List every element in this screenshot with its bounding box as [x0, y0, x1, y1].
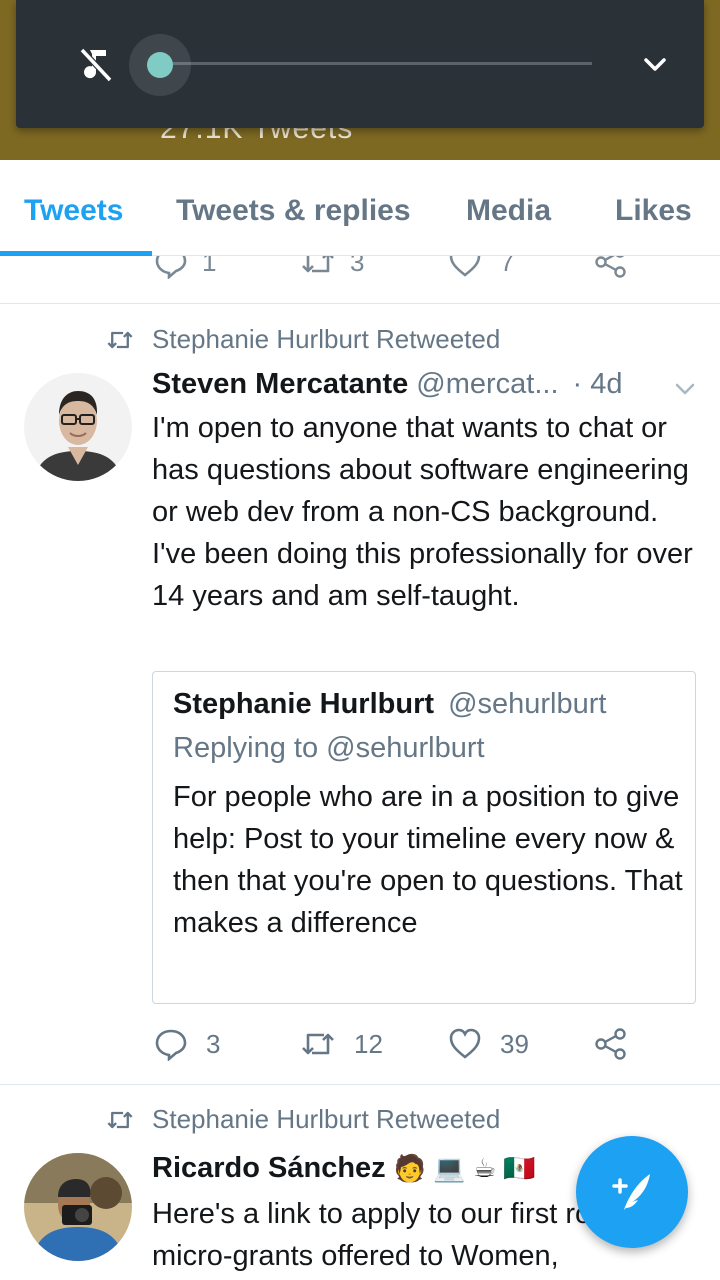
reply-icon: [155, 1029, 187, 1061]
retweeted-by-line: Stephanie Hurlburt Retweeted: [106, 1104, 500, 1135]
heart-icon: [449, 256, 481, 277]
reply-button[interactable]: 3: [154, 1024, 220, 1064]
tweet-time: · 4d: [572, 368, 623, 400]
compose-feather-icon: [612, 1174, 650, 1210]
tweet-text: I'm open to anyone that wants to chat or…: [152, 412, 693, 612]
music-muted-icon[interactable]: [76, 44, 116, 84]
retweet-button[interactable]: 3: [300, 256, 364, 282]
retweeted-by-label: Stephanie Hurlburt Retweeted: [152, 324, 501, 354]
tab-media[interactable]: Media: [466, 194, 551, 228]
retweet-count: 3: [350, 256, 365, 277]
share-icon: [595, 256, 626, 278]
tab-likes[interactable]: Likes: [615, 194, 692, 228]
tweet-divider: [0, 1084, 720, 1085]
retweet-icon: [107, 331, 133, 348]
name-emojis: 🧑 💻 ☕ 🇲🇽: [393, 1153, 536, 1183]
author-name[interactable]: Steven Mercatante: [152, 368, 408, 401]
reply-icon: [155, 256, 187, 279]
share-button[interactable]: [594, 256, 628, 282]
volume-slider-track[interactable]: [160, 62, 592, 65]
like-button[interactable]: 39: [448, 1024, 529, 1064]
quoted-tweet-text: For people who are in a position to give…: [173, 781, 683, 939]
avatar[interactable]: [24, 373, 132, 481]
share-icon: [595, 1028, 626, 1060]
reply-button[interactable]: 1: [154, 256, 216, 282]
reply-count: 3: [206, 1028, 221, 1059]
prev-tweet-actions: 1 3 7: [0, 256, 720, 304]
quoted-author-handle: @sehurlburt: [448, 688, 607, 720]
retweet-count: 12: [354, 1028, 383, 1059]
tweet-header: Ricardo Sánchez 🧑 💻 ☕ 🇲🇽: [152, 1152, 536, 1185]
like-count: 7: [500, 256, 515, 277]
author-handle[interactable]: @mercat...: [416, 368, 558, 401]
retweet-button[interactable]: 12: [300, 1024, 383, 1064]
tab-tweets-and-replies[interactable]: Tweets & replies: [176, 194, 411, 228]
tweet-actions: 3 12 39: [0, 1024, 720, 1064]
retweet-icon: [302, 1033, 334, 1055]
tab-tweets[interactable]: Tweets: [24, 194, 123, 228]
quoted-tweet[interactable]: Stephanie Hurlburt @sehurlburt Replying …: [152, 671, 696, 1004]
share-button[interactable]: [594, 1024, 628, 1064]
profile-tabs: Tweets Tweets & replies Media Likes: [0, 160, 720, 256]
chevron-down-icon[interactable]: [672, 376, 698, 402]
like-button[interactable]: 7: [448, 256, 514, 282]
reply-count: 1: [202, 256, 217, 277]
compose-tweet-button[interactable]: [576, 1136, 688, 1248]
tweet-header: Steven Mercatante @mercat... · 4d: [152, 368, 623, 401]
retweeted-by-label: Stephanie Hurlburt Retweeted: [152, 1104, 501, 1134]
quoted-tweet-header: Stephanie Hurlburt @sehurlburt: [173, 688, 606, 721]
chevron-down-icon[interactable]: [638, 48, 672, 82]
like-count: 39: [500, 1028, 529, 1059]
quoted-author-name: Stephanie Hurlburt: [173, 688, 435, 720]
retweet-icon: [302, 256, 334, 273]
volume-slider-thumb[interactable]: [147, 52, 173, 78]
retweet-icon: [107, 1111, 133, 1128]
retweeted-by-line: Stephanie Hurlburt Retweeted: [106, 324, 500, 355]
quoted-replying-to: Replying to @sehurlburt: [173, 732, 485, 764]
heart-icon: [449, 1028, 481, 1059]
media-control-bar: [16, 0, 704, 128]
author-name[interactable]: Ricardo Sánchez: [152, 1152, 386, 1185]
avatar[interactable]: [24, 1153, 132, 1261]
